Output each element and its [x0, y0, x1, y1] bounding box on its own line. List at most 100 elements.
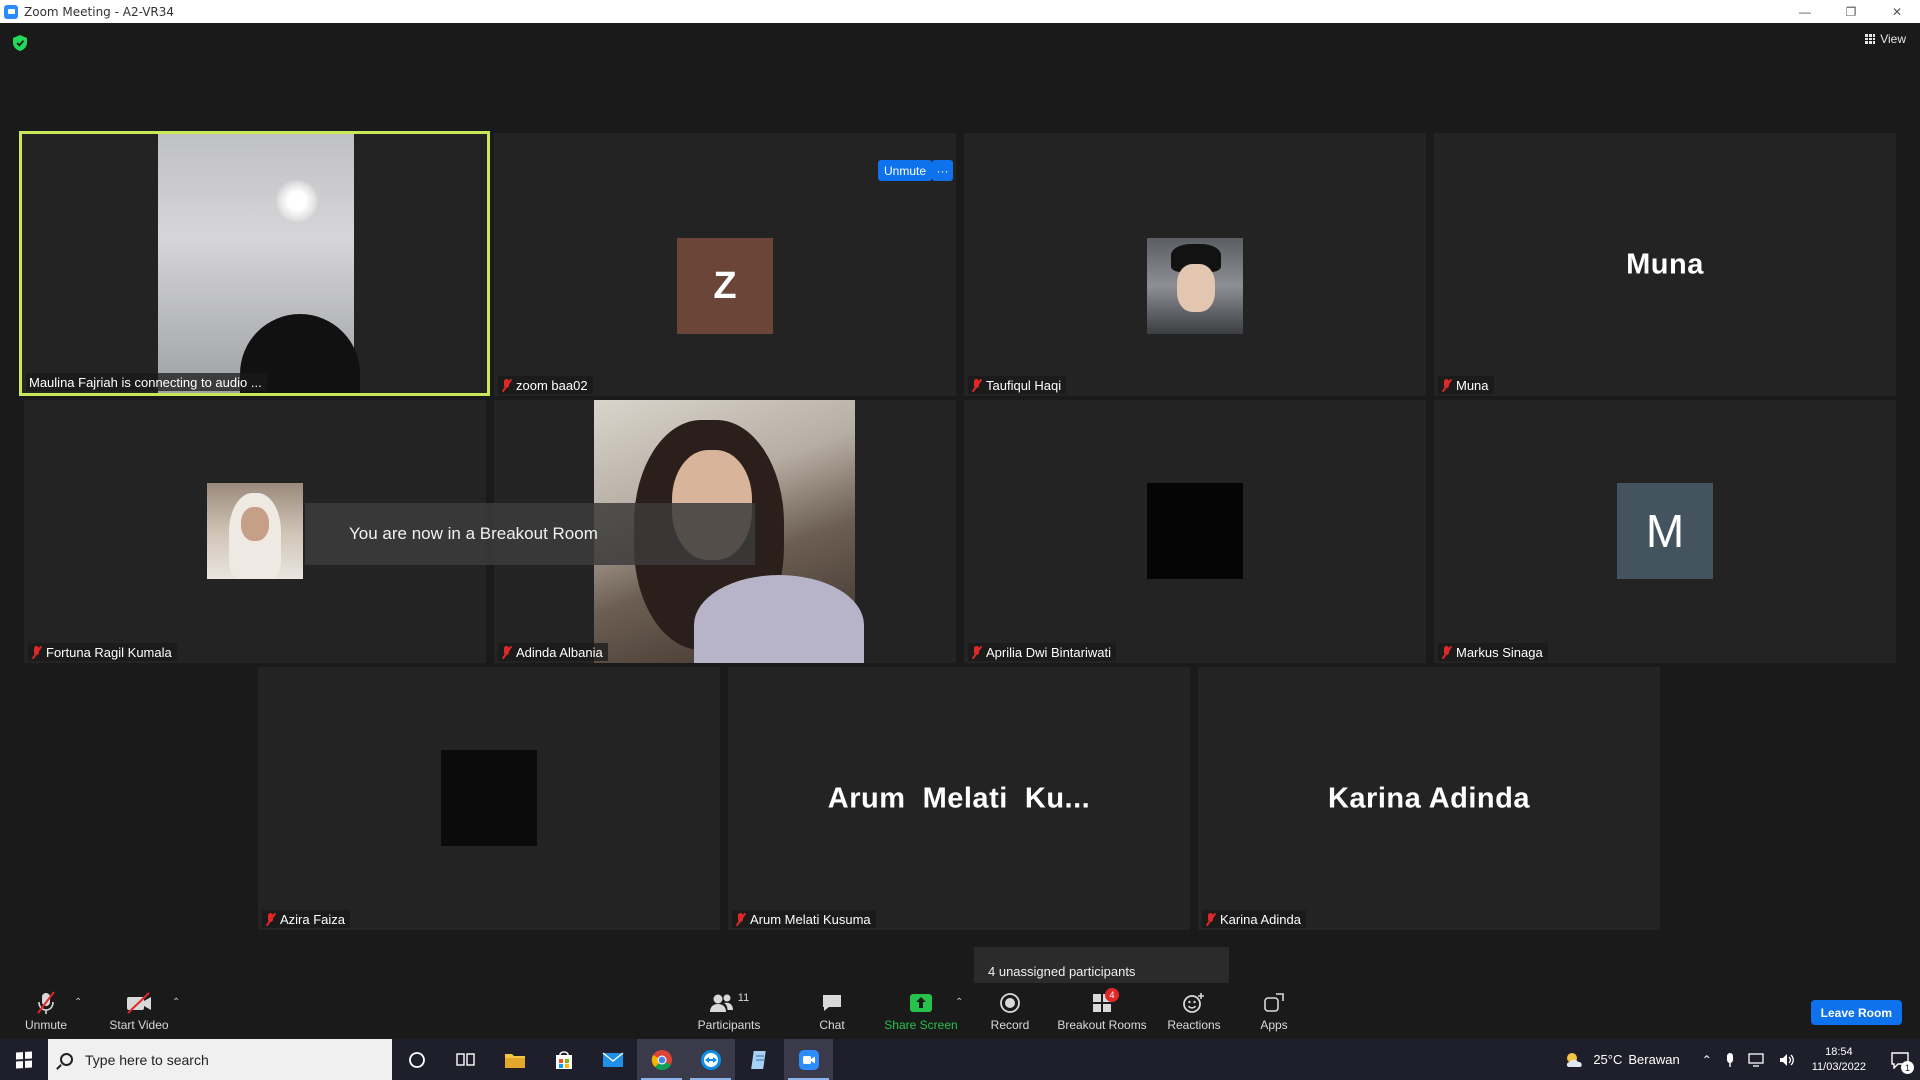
system-tray: 25°C Berawan ⌃ 18:54 11/03/2022 1	[1563, 1039, 1920, 1080]
breakout-rooms-label: Breakout Rooms	[1057, 1018, 1147, 1032]
mic-muted-icon	[501, 645, 512, 659]
participant-name: Muna	[1456, 377, 1489, 393]
cortana-icon[interactable]	[392, 1039, 441, 1080]
window-controls: — ❐ ✕	[1782, 0, 1920, 23]
mic-muted-icon	[265, 912, 276, 926]
task-view-icon[interactable]	[441, 1039, 490, 1080]
restore-icon[interactable]: ❐	[1828, 0, 1874, 23]
participant-name: Adinda Albania	[516, 644, 603, 660]
participant-display-name: Arum Melati Ku...	[827, 782, 1091, 814]
ask-to-unmute-button[interactable]: Unmute	[878, 160, 933, 181]
window-title-bar: Zoom Meeting - A2-VR34 — ❐ ✕	[0, 0, 1920, 23]
zoom-taskbar-icon[interactable]	[784, 1039, 833, 1080]
participant-name: Azira Faiza	[280, 911, 346, 927]
window-title: Zoom Meeting - A2-VR34	[24, 4, 175, 19]
mic-muted-icon	[1441, 645, 1452, 659]
participant-name-tag: Adinda Albania	[498, 643, 608, 661]
close-icon[interactable]: ✕	[1874, 0, 1920, 23]
participant-name: Markus Sinaga	[1456, 644, 1543, 660]
start-video-label: Start Video	[109, 1018, 169, 1032]
share-options-caret-icon[interactable]: ⌃	[955, 997, 963, 1008]
breakout-rooms-badge: 4	[1105, 988, 1119, 1002]
meeting-area: View Maulina Fajriah is connecting to au…	[0, 23, 1920, 1039]
participant-name-tag: Aprilia Dwi Bintariwati	[968, 643, 1116, 661]
participants-icon	[709, 994, 733, 1012]
teamviewer-icon[interactable]	[686, 1039, 735, 1080]
participants-label: Participants	[697, 1018, 761, 1032]
avatar: Z	[677, 238, 773, 334]
tooltip-text: 4 unassigned participants	[988, 963, 1136, 979]
chrome-icon[interactable]	[637, 1039, 686, 1080]
video-tile-arum-melati[interactable]: Arum Melati Ku... Arum Melati Kusuma	[728, 667, 1190, 930]
participant-display-name: Karina Adinda	[1327, 782, 1530, 814]
video-tile-taufiqul-haqi[interactable]: Taufiqul Haqi	[964, 133, 1426, 396]
video-tile-aprilia[interactable]: Aprilia Dwi Bintariwati	[964, 400, 1426, 663]
apps-button[interactable]: Apps	[1246, 983, 1302, 1039]
video-tile-maulina[interactable]: Maulina Fajriah is connecting to audio .…	[19, 131, 490, 396]
video-tile-azira-faiza[interactable]: Azira Faiza	[258, 667, 720, 930]
participant-name: Aprilia Dwi Bintariwati	[986, 644, 1111, 660]
participant-name: Maulina Fajriah is connecting to audio .…	[29, 374, 262, 390]
reactions-icon	[1183, 993, 1204, 1013]
show-hidden-icons-chevron-icon[interactable]: ⌃	[1702, 1053, 1712, 1067]
meeting-toolbar: Unmute ⌃ Start Video ⌃ 11 Participants C…	[0, 983, 1920, 1039]
taskbar-search-input[interactable]	[85, 1051, 375, 1068]
zoom-app-icon	[4, 4, 18, 19]
microsoft-store-icon[interactable]	[539, 1039, 588, 1080]
clock-date: 11/03/2022	[1811, 1060, 1866, 1073]
taskbar-clock[interactable]: 18:54 11/03/2022	[1812, 1045, 1866, 1075]
encryption-shield-icon[interactable]	[13, 35, 27, 51]
weather-temperature: 25°C	[1593, 1052, 1623, 1067]
participant-name-tag: Muna	[1438, 376, 1494, 394]
participant-name-tag: Markus Sinaga	[1438, 643, 1548, 661]
mic-muted-icon	[1441, 378, 1452, 392]
notepad-icon[interactable]	[735, 1039, 784, 1080]
share-screen-button[interactable]: Share Screen	[880, 983, 962, 1039]
taskbar-search[interactable]	[48, 1039, 392, 1080]
mic-muted-icon	[37, 991, 55, 1014]
video-tile-markus-sinaga[interactable]: M Markus Sinaga	[1434, 400, 1896, 663]
windows-logo-icon	[16, 1050, 32, 1069]
profile-picture	[207, 483, 303, 579]
windows-taskbar: 25°C Berawan ⌃ 18:54 11/03/2022 1	[0, 1039, 1920, 1080]
breakout-rooms-button[interactable]: 4 Breakout Rooms	[1054, 983, 1150, 1039]
video-options-caret-icon[interactable]: ⌃	[172, 997, 180, 1008]
file-explorer-icon[interactable]	[490, 1039, 539, 1080]
weather-description: Berawan	[1628, 1052, 1680, 1067]
action-center-button[interactable]: 1	[1880, 1039, 1920, 1080]
reactions-button[interactable]: Reactions	[1160, 983, 1228, 1039]
participant-name: Arum Melati Kusuma	[750, 911, 871, 927]
apps-label: Apps	[1260, 1018, 1288, 1032]
breakout-room-notice: You are now in a Breakout Room	[305, 503, 755, 565]
weather-widget[interactable]: 25°C Berawan	[1563, 1051, 1680, 1069]
profile-picture	[1147, 483, 1243, 579]
participants-button[interactable]: 11 Participants	[694, 983, 764, 1039]
participant-name-tag: Arum Melati Kusuma	[732, 910, 876, 928]
view-button[interactable]: View	[1865, 32, 1906, 46]
participant-name-tag: Fortuna Ragil Kumala	[28, 643, 177, 661]
leave-room-button[interactable]: Leave Room	[1810, 1000, 1902, 1025]
chat-button[interactable]: Chat	[800, 983, 864, 1039]
start-button[interactable]	[0, 1039, 48, 1080]
share-screen-label: Share Screen	[884, 1018, 958, 1032]
network-icon[interactable]	[1748, 1052, 1766, 1068]
avatar: M	[1617, 483, 1713, 579]
audio-options-caret-icon[interactable]: ⌃	[74, 997, 82, 1008]
video-off-icon	[127, 992, 151, 1014]
record-label: Record	[990, 1018, 1030, 1032]
volume-icon[interactable]	[1778, 1052, 1796, 1068]
search-icon	[60, 1053, 73, 1066]
mic-muted-icon	[501, 378, 512, 392]
unmute-button[interactable]: Unmute	[14, 983, 78, 1039]
participant-name-tag: Karina Adinda	[1202, 910, 1306, 928]
microphone-in-use-icon[interactable]	[1724, 1052, 1736, 1068]
participant-name-tag: Taufiqul Haqi	[968, 376, 1067, 394]
start-video-button[interactable]: Start Video	[104, 983, 174, 1039]
record-button[interactable]: Record	[978, 983, 1042, 1039]
video-tile-karina-adinda[interactable]: Karina Adinda Karina Adinda	[1198, 667, 1660, 930]
video-tile-muna[interactable]: Muna Muna	[1434, 133, 1896, 396]
more-options-button[interactable]: ···	[932, 160, 953, 181]
mail-icon[interactable]	[588, 1039, 637, 1080]
share-screen-icon	[910, 994, 932, 1012]
minimize-icon[interactable]: —	[1782, 0, 1828, 23]
